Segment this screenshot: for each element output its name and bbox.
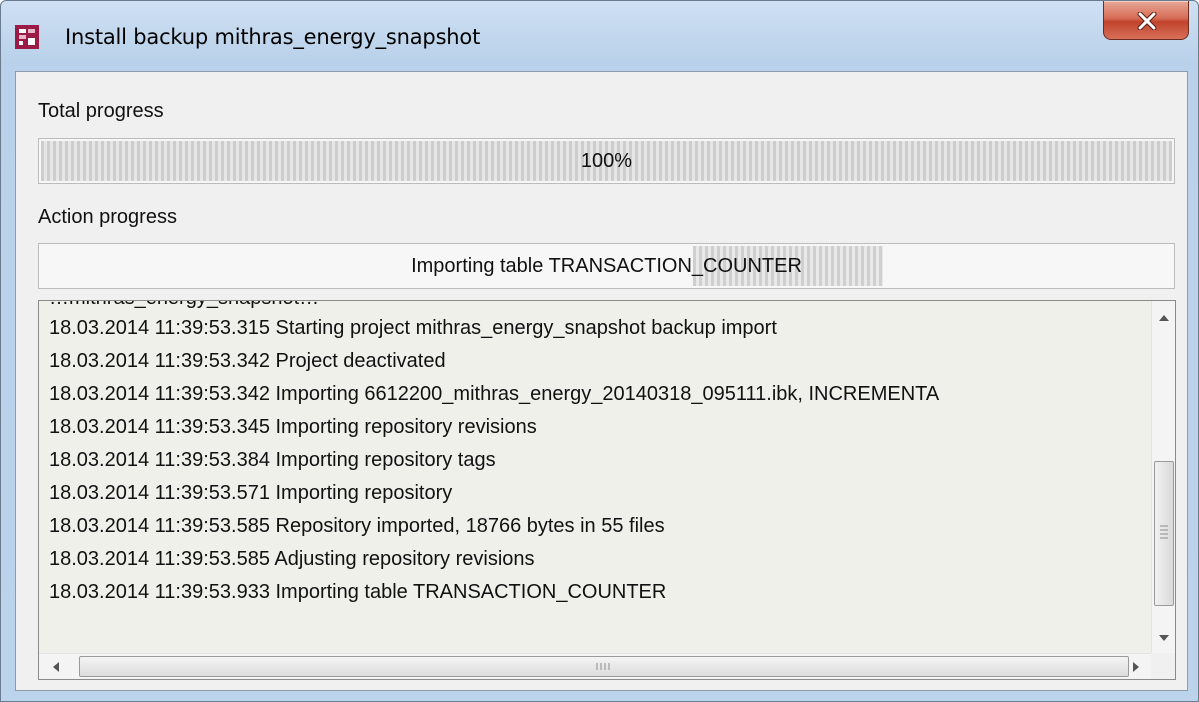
close-icon — [1137, 12, 1157, 30]
log-line: 18.03.2014 11:39:53.585 Adjusting reposi… — [49, 548, 535, 570]
log-partial-line: …mithras_energy_snapshot… — [49, 301, 319, 310]
total-progress-bar: 100% — [38, 138, 1175, 184]
action-progress-status: Importing table TRANSACTION_COUNTER — [411, 255, 802, 277]
action-progress-bar: Importing table TRANSACTION_COUNTER — [38, 243, 1175, 289]
scroll-up-icon[interactable] — [1154, 307, 1174, 329]
close-button[interactable] — [1103, 1, 1189, 40]
title-bar[interactable]: Install backup mithras_energy_snapshot — [1, 1, 1198, 71]
log-line: 18.03.2014 11:39:53.585 Repository impor… — [49, 515, 665, 537]
log-line: 18.03.2014 11:39:53.933 Importing table … — [49, 581, 667, 603]
scroll-left-icon[interactable] — [45, 656, 67, 678]
log-line: 18.03.2014 11:39:53.384 Importing reposi… — [49, 449, 496, 471]
total-progress-label: Total progress — [38, 100, 164, 122]
log-line: 18.03.2014 11:39:53.342 Project deactiva… — [49, 350, 446, 372]
window-title: Install backup mithras_energy_snapshot — [65, 25, 481, 49]
horizontal-scrollbar[interactable] — [39, 653, 1151, 679]
log-area[interactable]: …mithras_energy_snapshot… 18.03.2014 11:… — [38, 300, 1176, 680]
scroll-corner — [1151, 653, 1175, 679]
scroll-down-icon[interactable] — [1154, 627, 1174, 649]
log-lines: …mithras_energy_snapshot… 18.03.2014 11:… — [39, 301, 1151, 654]
grip-icon — [1160, 525, 1168, 539]
horizontal-scroll-thumb[interactable] — [79, 656, 1129, 677]
vertical-scroll-thumb[interactable] — [1154, 461, 1174, 606]
action-progress-label: Action progress — [38, 206, 177, 228]
dialog-content: Total progress 100% Action progress Impo… — [15, 71, 1188, 691]
total-progress-value: 100% — [580, 150, 633, 172]
log-line: 18.03.2014 11:39:53.342 Importing 661220… — [49, 383, 940, 405]
fs-logo-icon — [15, 25, 39, 49]
scroll-right-icon[interactable] — [1125, 656, 1147, 678]
log-line: 18.03.2014 11:39:53.571 Importing reposi… — [49, 482, 453, 504]
install-backup-dialog: Install backup mithras_energy_snapshot T… — [0, 0, 1199, 702]
vertical-scrollbar[interactable] — [1151, 301, 1175, 654]
grip-icon — [596, 663, 610, 670]
log-line: 18.03.2014 11:39:53.315 Starting project… — [49, 317, 777, 339]
log-line: 18.03.2014 11:39:53.345 Importing reposi… — [49, 416, 537, 438]
